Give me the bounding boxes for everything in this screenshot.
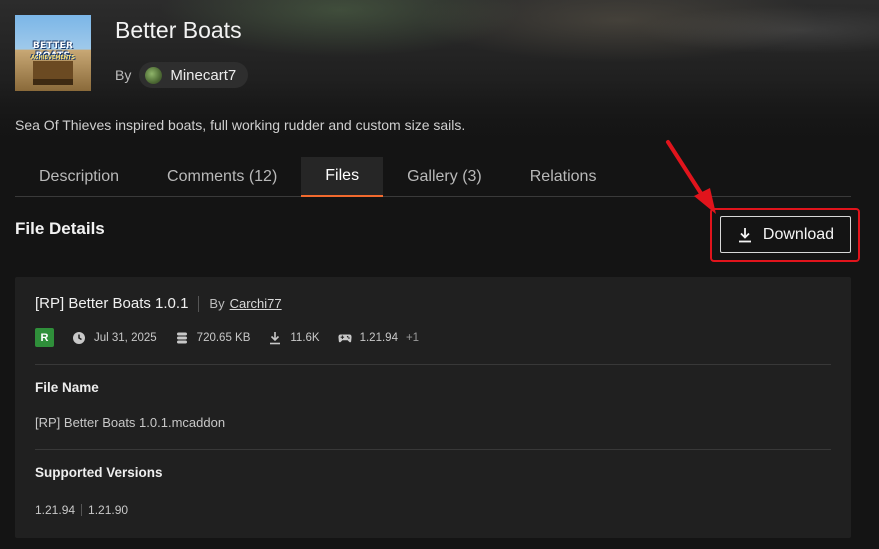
supported-versions-label: Supported Versions — [35, 465, 163, 480]
game-version-extra: +1 — [405, 331, 420, 344]
tab-comments[interactable]: Comments (12) — [143, 157, 301, 196]
file-details-card: [RP] Better Boats 1.0.1 By Carchi77 R Ju… — [15, 277, 851, 538]
supported-version: 1.21.90 — [88, 503, 129, 517]
download-icon — [270, 331, 281, 344]
tab-files[interactable]: Files — [301, 157, 384, 197]
project-title: Better Boats — [115, 17, 242, 43]
uploader-link[interactable]: Carchi77 — [230, 296, 282, 311]
version-separator — [81, 504, 83, 516]
game-version-text: 1.21.94 — [359, 331, 398, 344]
file-date-text: Jul 31, 2025 — [94, 331, 157, 344]
uploader-by-label: By — [209, 296, 225, 311]
file-details-heading: File Details — [15, 219, 105, 238]
project-description: Sea Of Thieves inspired boats, full work… — [15, 117, 466, 133]
clock-icon — [73, 331, 85, 344]
download-button-label: Download — [762, 225, 835, 243]
file-size-text: 720.65 KB — [196, 331, 251, 344]
file-game-version: 1.21.94 +1 — [338, 331, 420, 345]
author-link[interactable]: Minecart7 — [139, 62, 249, 88]
by-label: By — [115, 67, 132, 83]
download-button[interactable]: Download — [720, 216, 851, 253]
author-name: Minecart7 — [170, 66, 237, 84]
tab-description[interactable]: Description — [15, 157, 143, 196]
logo-boat-art — [33, 61, 73, 85]
file-meta-row: R Jul 31, 2025 720.65 KB 11.6K 1.21.94 +… — [35, 328, 437, 347]
divider — [35, 449, 831, 450]
author-avatar — [145, 66, 163, 84]
file-name-value: [RP] Better Boats 1.0.1.mcaddon — [35, 415, 226, 430]
file-title: [RP] Better Boats 1.0.1 — [35, 295, 189, 312]
author-row: By Minecart7 — [115, 62, 249, 88]
file-name-label: File Name — [35, 380, 99, 395]
release-type-badge: R — [35, 328, 54, 347]
title-separator — [198, 295, 200, 312]
download-icon — [738, 227, 751, 242]
annotation-arrow — [666, 140, 716, 214]
tab-relations[interactable]: Relations — [506, 157, 621, 196]
file-downloads: 11.6K — [268, 331, 320, 345]
file-size: 720.65 KB — [175, 331, 251, 345]
gamepad-icon — [338, 334, 352, 342]
file-downloads-text: 11.6K — [290, 331, 320, 344]
tab-gallery[interactable]: Gallery (3) — [383, 157, 506, 196]
file-date: Jul 31, 2025 — [72, 331, 157, 345]
divider — [35, 364, 831, 365]
supported-versions-list: 1.21.94 1.21.90 — [35, 503, 128, 517]
project-logo: BETTER BOATS ACHIEVEMENTS — [15, 15, 91, 91]
project-tabs: Description Comments (12) Files Gallery … — [15, 157, 851, 197]
supported-version: 1.21.94 — [35, 503, 76, 517]
database-icon — [176, 332, 187, 343]
file-title-row: [RP] Better Boats 1.0.1 By Carchi77 — [35, 295, 282, 312]
